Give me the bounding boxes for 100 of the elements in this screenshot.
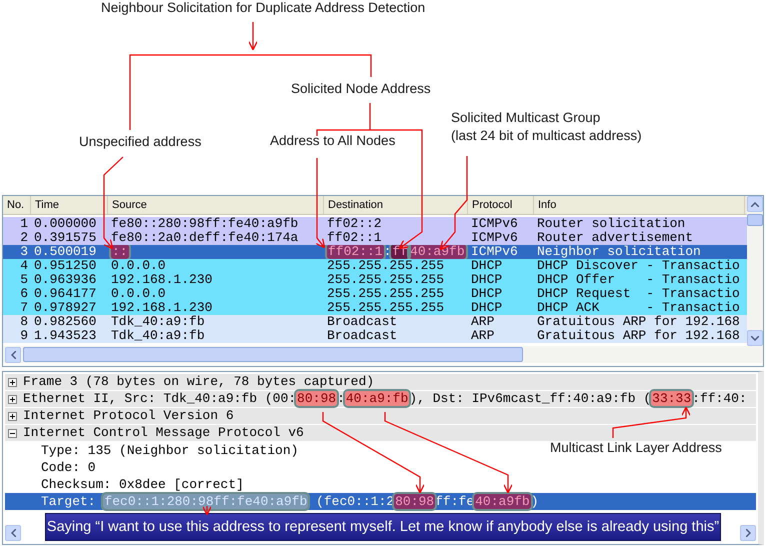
packet-info: Router advertisement xyxy=(536,231,694,245)
annotation-label: Unspecified address xyxy=(79,134,202,150)
packet-number: 6 xyxy=(19,287,29,301)
packet-source: 192.168.1.230 xyxy=(110,301,214,315)
packet-row[interactable]: 9 1.943523 Tdk_40:a9:fb Broadcast ARP Gratuitous ARP for 192.168 xyxy=(3,329,747,343)
packet-source: fe80::2a0:deff:fe40:174a xyxy=(110,231,300,245)
annotation-arrow xyxy=(202,506,212,516)
packet-destination: 255.255.255.255 xyxy=(326,273,446,287)
highlighted-text: 40:a9fb xyxy=(474,494,531,508)
packet-protocol: ICMPv6 xyxy=(470,231,519,245)
vertical-scrollbar[interactable] xyxy=(747,196,763,346)
packet-number: 4 xyxy=(19,259,29,273)
detail-row[interactable]: Internet Protocol Version 6 xyxy=(5,408,756,425)
packet-source: Tdk_40:a9:fb xyxy=(110,315,206,329)
packet-time: 0.000000 xyxy=(33,217,98,231)
packet-destination: ff02::1 xyxy=(326,231,383,245)
detail-text: Internet Protocol Version 6 xyxy=(23,408,234,424)
annotation-arrow xyxy=(248,22,258,50)
horizontal-scrollbar[interactable] xyxy=(3,346,763,363)
packet-destination: Broadcast xyxy=(326,315,398,329)
packet-row[interactable]: 2 0.391575 fe80::2a0:deff:fe40:174a ff02::1 ICMPv6 Router advertisement xyxy=(3,231,747,245)
packet-destination: 255.255.255.255 xyxy=(326,287,446,301)
scroll-thumb[interactable] xyxy=(23,347,523,362)
detail-text: Frame 3 (78 bytes on wire, 78 bytes captured) xyxy=(23,374,374,390)
expand-icon[interactable] xyxy=(8,412,17,420)
annotation-label: Neighbour Solicitation for Duplicate Address Detection xyxy=(101,0,426,16)
scroll-left-button[interactable] xyxy=(5,346,21,362)
packet-number: 1 xyxy=(19,217,29,231)
packet-row[interactable]: 1 0.000000 fe80::280:98ff:fe40:a9fb ff02::2 ICMPv6 Router solicitation xyxy=(3,217,747,231)
annotation-label: Solicited Node Address xyxy=(291,81,431,97)
scroll-up-button[interactable] xyxy=(747,196,763,212)
caret-left-icon xyxy=(10,350,16,358)
packet-row[interactable]: 4 0.951250 0.0.0.0 255.255.255.255 DHCP DHCP Discover - Transactio xyxy=(3,259,747,273)
highlighted-text: ff02::1 xyxy=(327,245,384,259)
highlighted-text: :: xyxy=(111,245,129,259)
annotation-label: Solicited Multicast Group xyxy=(451,110,600,126)
column-header[interactable]: Destination xyxy=(324,196,468,214)
packet-destination: 255.255.255.255 xyxy=(326,301,446,315)
packet-row[interactable]: 7 0.978927 192.168.1.230 255.255.255.255 DHCP DHCP ACK - Transactio xyxy=(3,301,747,315)
packet-protocol: DHCP xyxy=(470,287,504,301)
expand-icon[interactable] xyxy=(8,378,17,386)
highlighted-text: 80:98 xyxy=(296,391,338,406)
detail-text[interactable]: Code: 0 xyxy=(41,460,96,476)
column-header[interactable]: Time xyxy=(31,196,108,214)
packet-protocol: DHCP xyxy=(470,301,504,315)
highlighted-text: 33:33 xyxy=(651,391,692,406)
packet-time: 0.391575 xyxy=(33,231,98,245)
expand-icon[interactable] xyxy=(8,394,17,404)
detail-text[interactable]: Checksum: 0x8dee [correct] xyxy=(41,476,244,492)
packet-source: fe80::280:98ff:fe40:a9fb xyxy=(110,217,300,231)
packet-protocol: DHCP xyxy=(470,259,504,273)
detail-text: Internet Control Message Protocol v6 xyxy=(23,425,304,441)
highlighted-text: fec0::1:280:98ff:fe40:a9fb xyxy=(103,494,308,508)
packet-number: 7 xyxy=(19,301,29,315)
packet-number: 8 xyxy=(19,315,29,329)
packet-info: DHCP Request - Transactio xyxy=(536,287,741,301)
packet-time: 0.978927 xyxy=(33,301,98,315)
packet-number: 2 xyxy=(19,231,29,245)
packet-info: Neighbor solicitation xyxy=(536,245,702,259)
caret-down-icon xyxy=(751,336,759,340)
packet-source: Tdk_40:a9:fb xyxy=(110,329,206,343)
packet-row[interactable]: 5 0.963936 192.168.1.230 255.255.255.255 DHCP DHCP Offer - Transactio xyxy=(3,273,747,287)
packet-info: Gratuitous ARP for 192.168 xyxy=(536,315,741,329)
annotation-label: Address to All Nodes xyxy=(270,133,396,149)
packet-protocol: ICMPv6 xyxy=(470,245,519,259)
packet-source: 0.0.0.0 xyxy=(110,259,167,273)
packet-row[interactable]: 8 0.982560 Tdk_40:a9:fb Broadcast ARP Gratuitous ARP for 192.168 xyxy=(3,315,747,329)
packet-source: 192.168.1.230 xyxy=(110,273,214,287)
packet-time: 0.982560 xyxy=(33,315,98,329)
packet-number: 3 xyxy=(19,245,29,259)
collapse-icon[interactable] xyxy=(8,428,17,438)
column-header[interactable]: No. xyxy=(3,196,31,214)
packet-info: DHCP Discover - Transactio xyxy=(536,259,741,273)
column-header[interactable]: Info xyxy=(534,196,745,214)
packet-time: 0.500019 xyxy=(33,245,98,259)
scroll-thumb[interactable] xyxy=(747,214,763,226)
packet-protocol: DHCP xyxy=(470,273,504,287)
scroll-left-button[interactable] xyxy=(5,525,21,541)
packet-info: DHCP ACK - Transactio xyxy=(536,301,741,315)
packet-number: 5 xyxy=(19,273,29,287)
packet-time: 1.943523 xyxy=(33,329,98,343)
annotation-label: Multicast Link Layer Address xyxy=(550,440,722,456)
packet-time: 0.964177 xyxy=(33,287,98,301)
packet-destination: ff02::2 xyxy=(326,217,383,231)
packet-info: Gratuitous ARP for 192.168 xyxy=(536,329,741,343)
detail-row[interactable]: Internet Control Message Protocol v6 xyxy=(5,425,756,442)
detail-text[interactable]: Type: 135 (Neighbor solicitation) xyxy=(41,442,298,458)
callout-banner: Saying “I want to use this address to represent myself. Let me know if anybody else is already using this” xyxy=(45,513,721,541)
packet-info: DHCP Offer - Transactio xyxy=(536,273,741,287)
packet-time: 0.963936 xyxy=(33,273,98,287)
column-header[interactable]: Protocol xyxy=(468,196,534,214)
scroll-right-button[interactable] xyxy=(740,525,756,541)
caret-left-icon xyxy=(10,529,16,537)
packet-info: Router solicitation xyxy=(536,217,686,231)
scroll-down-button[interactable] xyxy=(747,330,763,346)
packet-row[interactable]: 6 0.964177 0.0.0.0 255.255.255.255 DHCP DHCP Request - Transactio xyxy=(3,287,747,301)
annotation-label: (last 24 bit of multicast address) xyxy=(451,128,642,144)
column-header[interactable]: Source xyxy=(108,196,324,214)
packet-source: 0.0.0.0 xyxy=(110,287,167,301)
detail-row[interactable]: Frame 3 (78 bytes on wire, 78 bytes captured) xyxy=(5,374,756,391)
